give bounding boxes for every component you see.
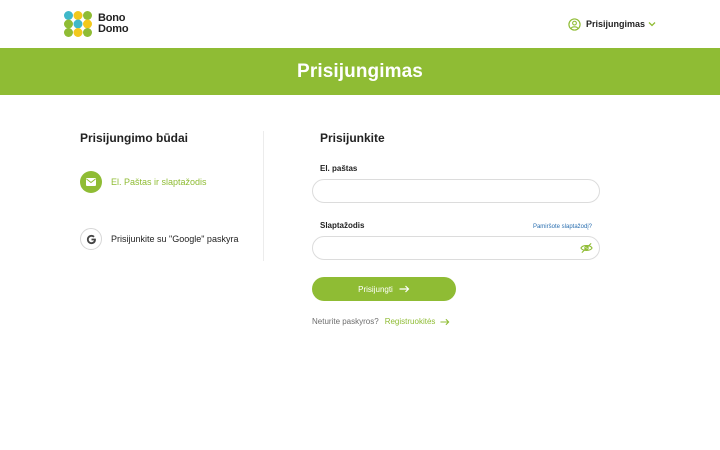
login-method-google[interactable]: Prisijunkite su "Google" paskyra [80, 228, 238, 250]
column-divider [263, 131, 264, 261]
account-menu[interactable]: Prisijungimas [568, 16, 656, 32]
google-icon [86, 234, 96, 244]
email-input[interactable] [312, 179, 600, 203]
login-submit-label: Prisijungti [358, 284, 393, 294]
login-submit-button[interactable]: Prisijungti [312, 277, 456, 301]
mail-icon [86, 178, 96, 186]
user-circle-icon [568, 17, 581, 31]
password-input[interactable] [312, 236, 600, 260]
logo-text: Bono Domo [98, 13, 129, 35]
page-title: Prisijungimas [297, 60, 423, 82]
arrow-right-icon [399, 285, 410, 293]
password-label: Slaptažodis [320, 221, 365, 230]
logo-mark-icon [64, 11, 92, 37]
top-header: Bono Domo Prisijungimas [0, 0, 720, 48]
chevron-down-icon [648, 22, 656, 27]
login-method-email-label: El. Paštas ir slaptažodis [111, 177, 207, 187]
login-form-title: Prisijunkite [320, 131, 385, 145]
no-account-text: Neturite paskyros? [312, 317, 379, 326]
email-label: El. paštas [320, 164, 358, 173]
google-icon-circle [80, 228, 102, 250]
page-banner: Prisijungimas [0, 48, 720, 95]
account-menu-label: Prisijungimas [585, 19, 645, 29]
login-methods-title: Prisijungimo būdai [80, 131, 189, 145]
arrow-right-icon [440, 318, 450, 325]
register-link-label: Registruokitės [384, 317, 436, 326]
register-link[interactable]: Registruokitės [385, 317, 451, 326]
logo[interactable]: Bono Domo [64, 11, 129, 37]
login-method-google-label: Prisijunkite su "Google" paskyra [111, 234, 239, 244]
register-prompt: Neturite paskyros? Registruokitės [312, 317, 450, 326]
forgot-password-link[interactable]: Pamiršote slaptažodį? [533, 224, 592, 230]
eye-off-icon[interactable] [580, 242, 593, 254]
login-method-email[interactable]: El. Paštas ir slaptažodis [80, 171, 207, 193]
logo-text-line2: Domo [98, 23, 129, 35]
mail-icon-circle [80, 171, 102, 193]
